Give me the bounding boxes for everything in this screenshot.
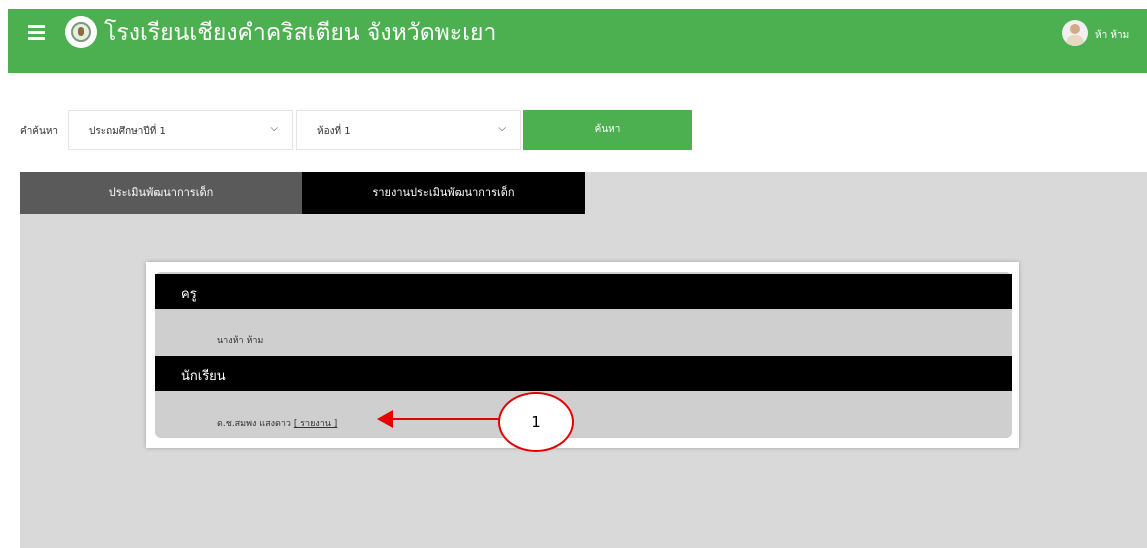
chevron-down-icon: ⌵ [498, 123, 506, 134]
annotation-arrow-head-icon [377, 410, 393, 428]
chevron-down-icon: ⌵ [270, 123, 278, 134]
search-button[interactable]: ค้นหา [523, 110, 692, 150]
teacher-section-header: ครู [155, 274, 1012, 309]
teacher-name: นางห้า ห้าม [217, 336, 264, 346]
teacher-section-title: ครู [181, 287, 197, 302]
user-avatar[interactable] [1062, 20, 1088, 46]
grade-select-value: ประถมศึกษาปีที่ 1 [89, 126, 166, 137]
school-logo [65, 16, 97, 48]
search-label: คำค้นหา [20, 126, 59, 137]
report-link[interactable]: [ รายงาน ] [294, 419, 338, 429]
tab-assessment-report[interactable]: รายงานประเมินพัฒนาการเด็ก [302, 172, 585, 214]
room-select[interactable]: ห้องที่ 1 ⌵ [296, 110, 521, 150]
user-name[interactable]: ห้า ห้าม [1095, 28, 1129, 43]
student-section-title: นักเรียน [181, 369, 226, 384]
hamburger-icon[interactable] [28, 25, 45, 40]
grade-select[interactable]: ประถมศึกษาปีที่ 1 ⌵ [68, 110, 293, 150]
annotation-arrow-line [390, 418, 500, 420]
room-select-value: ห้องที่ 1 [317, 126, 351, 137]
student-section-header: นักเรียน [155, 356, 1012, 391]
tab-assessment[interactable]: ประเมินพัฒนาการเด็ก [20, 172, 302, 214]
site-title: โรงเรียนเชียงคำคริสเตียน จังหวัดพะเยา [104, 20, 497, 46]
annotation-callout: 1 [498, 392, 574, 452]
student-name: ด.ช.สมพง แสงดาว [217, 419, 291, 429]
student-row: ด.ช.สมพง แสงดาว [ รายงาน ] [217, 416, 337, 430]
